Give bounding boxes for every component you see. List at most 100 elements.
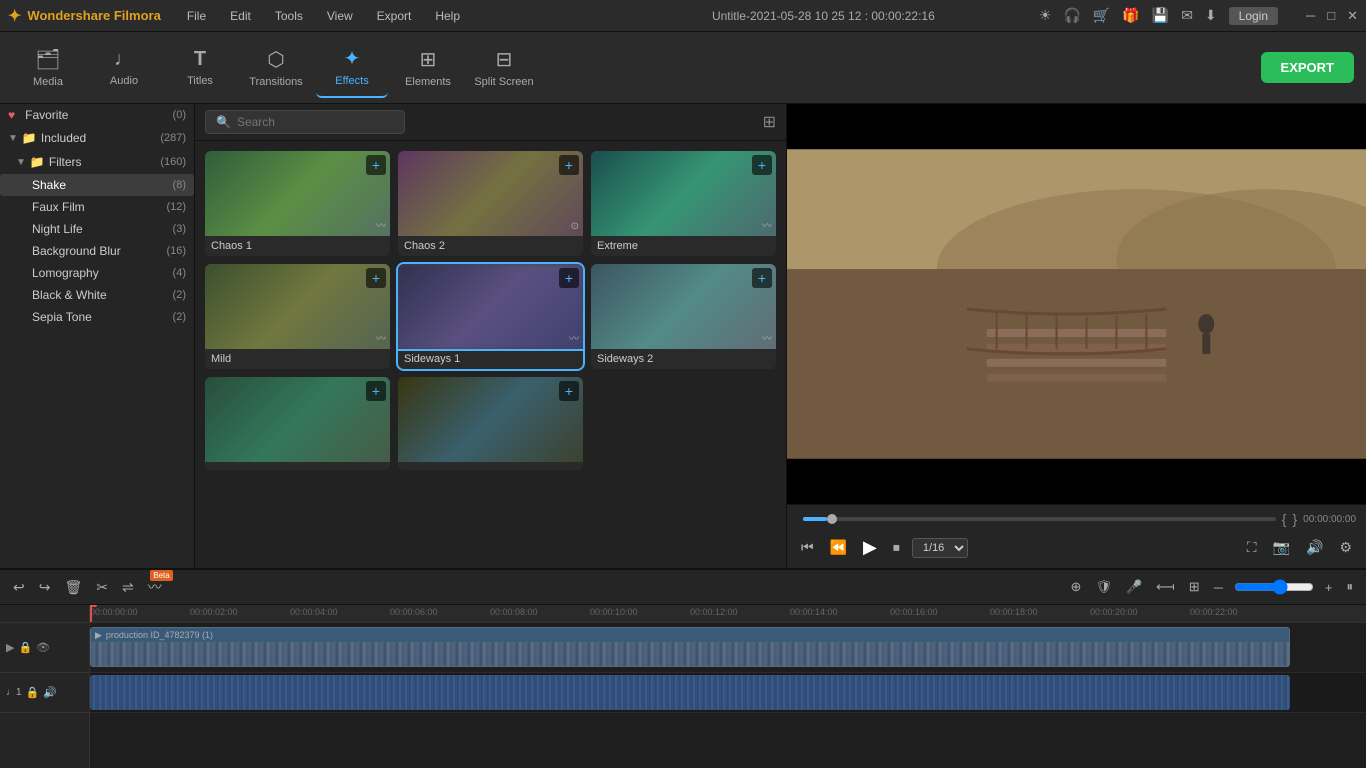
menu-help[interactable]: Help xyxy=(425,7,470,25)
tab-titles[interactable]: T Titles xyxy=(164,38,236,98)
add-sideways1-button[interactable]: + xyxy=(559,268,579,288)
effect-sideways2[interactable]: + 〰 Sideways 2 xyxy=(591,264,776,369)
timeline: ↩ ↪ 🗑 ✂ ⇌ 〰 Beta ⊕ 🛡 🎤 ⟻ ⊞ ─ + ⏸ ▶ 🔒 xyxy=(0,568,1366,768)
tab-transitions[interactable]: ⬡ Transitions xyxy=(240,38,312,98)
cut-button[interactable]: ✂ xyxy=(93,576,111,599)
close-button[interactable]: ✕ xyxy=(1347,8,1358,24)
filter-sepia-tone[interactable]: Sepia Tone (2) xyxy=(0,306,194,328)
app-logo: ✦ Wondershare Filmora xyxy=(8,6,161,26)
zoom-in-button[interactable]: + xyxy=(1322,577,1336,598)
beta-feature-button[interactable]: 〰 Beta xyxy=(145,574,165,600)
video-clip[interactable]: ▶ production ID_4782379 (1) xyxy=(90,627,1290,667)
included-arrow: ▼ xyxy=(8,133,18,144)
motion-track-button[interactable]: ⊕ xyxy=(1068,576,1085,598)
effect-item8[interactable]: + xyxy=(398,377,583,470)
audio-lock-icon[interactable]: 🔒 xyxy=(26,686,40,699)
menu-edit[interactable]: Edit xyxy=(220,7,261,25)
fullscreen-button[interactable]: ⛶ xyxy=(1243,535,1261,560)
maximize-button[interactable]: □ xyxy=(1327,8,1335,24)
effect-mild[interactable]: + 〰 Mild xyxy=(205,264,390,369)
cart-icon[interactable]: 🛒 xyxy=(1093,7,1110,24)
stop-button[interactable]: ⏹ xyxy=(889,535,904,560)
tab-audio-label: Audio xyxy=(110,75,138,87)
add-chaos1-button[interactable]: + xyxy=(366,155,386,175)
tab-media[interactable]: 🗂 Media xyxy=(12,38,84,98)
filter-faux-film[interactable]: Faux Film (12) xyxy=(0,196,194,218)
mask-button[interactable]: 🛡 xyxy=(1092,576,1115,598)
filter-night-life[interactable]: Night Life (3) xyxy=(0,218,194,240)
play-button[interactable]: ▶ xyxy=(859,533,881,562)
clip-label: production ID_4782379 (1) xyxy=(106,630,213,640)
filter-black-white[interactable]: Black & White (2) xyxy=(0,284,194,306)
picture-in-picture[interactable]: ⊞ xyxy=(1186,576,1203,598)
audio-track-icons: ♩1 🔒 🔊 xyxy=(6,686,57,699)
filters-header[interactable]: ▼ 📁 Filters (160) xyxy=(0,150,194,174)
tab-effects[interactable]: ✦ Effects xyxy=(316,38,388,98)
delete-button[interactable]: 🗑 xyxy=(61,576,85,599)
effect-chaos1[interactable]: + 〰 Chaos 1 xyxy=(205,151,390,256)
sun-icon[interactable]: ☀ xyxy=(1039,7,1052,24)
grid-toggle-button[interactable]: ⊞ xyxy=(763,112,776,132)
screenshot-button[interactable]: 📷 xyxy=(1269,535,1294,560)
filter-lomography[interactable]: Lomography (4) xyxy=(0,262,194,284)
effect-extreme[interactable]: + 〰 Extreme xyxy=(591,151,776,256)
add-chaos2-button[interactable]: + xyxy=(559,155,579,175)
export-button[interactable]: EXPORT xyxy=(1261,52,1354,83)
audio-track-label: ♩1 🔒 🔊 xyxy=(0,673,89,713)
effect-item7[interactable]: + xyxy=(205,377,390,470)
effect-sideways1[interactable]: + 〰 Sideways 1 xyxy=(398,264,583,369)
add-item8-button[interactable]: + xyxy=(559,381,579,401)
download-icon[interactable]: ⬇ xyxy=(1205,7,1217,24)
minimize-button[interactable]: ─ xyxy=(1306,8,1315,24)
add-item7-button[interactable]: + xyxy=(366,381,386,401)
add-extreme-button[interactable]: + xyxy=(752,155,772,175)
menu-export[interactable]: Export xyxy=(367,7,422,25)
filter-black-white-count: (2) xyxy=(173,289,186,301)
gift-icon[interactable]: 🎁 xyxy=(1122,7,1139,24)
step-backward-button[interactable]: ⏮ xyxy=(797,535,818,560)
redo-button[interactable]: ↪ xyxy=(36,576,54,599)
video-lock-icon[interactable]: 🔒 xyxy=(18,641,32,654)
search-input[interactable] xyxy=(237,115,394,129)
progress-bar[interactable] xyxy=(803,517,1276,521)
pause-button[interactable]: ⏸ xyxy=(1344,576,1357,598)
ai-button[interactable]: ⟻ xyxy=(1153,576,1178,598)
search-box[interactable]: 🔍 xyxy=(205,110,405,134)
mail-icon[interactable]: ✉ xyxy=(1181,7,1193,24)
favorite-row[interactable]: ♥ Favorite (0) xyxy=(0,104,194,126)
filter-shake[interactable]: Shake (8) xyxy=(0,174,194,196)
right-preview: { } 00:00:00:00 ⏮ ⏪ ▶ ⏹ 1/16 ⛶ 📷 🔊 ⚙ xyxy=(786,104,1366,568)
zoom-slider[interactable] xyxy=(1234,579,1314,595)
login-button[interactable]: Login xyxy=(1229,7,1278,25)
menu-tools[interactable]: Tools xyxy=(265,7,313,25)
tab-media-label: Media xyxy=(33,76,63,88)
voice-button[interactable]: 🎤 xyxy=(1123,576,1145,598)
included-header[interactable]: ▼ 📁 Included (287) xyxy=(0,126,194,150)
video-eye-icon[interactable]: 👁 xyxy=(36,641,50,654)
audio-adjust-button[interactable]: ⇌ xyxy=(119,576,137,599)
settings-button[interactable]: ⚙ xyxy=(1335,535,1356,560)
playhead xyxy=(90,605,92,622)
undo-button[interactable]: ↩ xyxy=(10,576,28,599)
titles-icon: T xyxy=(194,48,206,71)
filter-background-blur[interactable]: Background Blur (16) xyxy=(0,240,194,262)
volume-button[interactable]: 🔊 xyxy=(1302,535,1327,560)
audio-volume-icon[interactable]: 🔊 xyxy=(43,686,57,699)
page-selector[interactable]: 1/16 xyxy=(912,538,968,558)
playhead-top xyxy=(90,605,97,607)
menu-file[interactable]: File xyxy=(177,7,216,25)
tab-split-screen[interactable]: ⊟ Split Screen xyxy=(468,38,540,98)
audio-clip[interactable] xyxy=(90,675,1290,710)
headphones-icon[interactable]: 🎧 xyxy=(1063,7,1080,24)
effect-chaos2[interactable]: + ⊙ Chaos 2 xyxy=(398,151,583,256)
zoom-out-button[interactable]: ─ xyxy=(1211,577,1226,598)
add-mild-button[interactable]: + xyxy=(366,268,386,288)
save-icon[interactable]: 💾 xyxy=(1152,7,1169,24)
menu-view[interactable]: View xyxy=(317,7,363,25)
add-sideways2-button[interactable]: + xyxy=(752,268,772,288)
bracket-open: { xyxy=(1282,511,1287,527)
tab-audio[interactable]: ♩ Audio xyxy=(88,38,160,98)
video-play-icon[interactable]: ▶ xyxy=(6,641,14,654)
tab-elements[interactable]: ⊞ Elements xyxy=(392,38,464,98)
frame-backward-button[interactable]: ⏪ xyxy=(826,535,851,560)
